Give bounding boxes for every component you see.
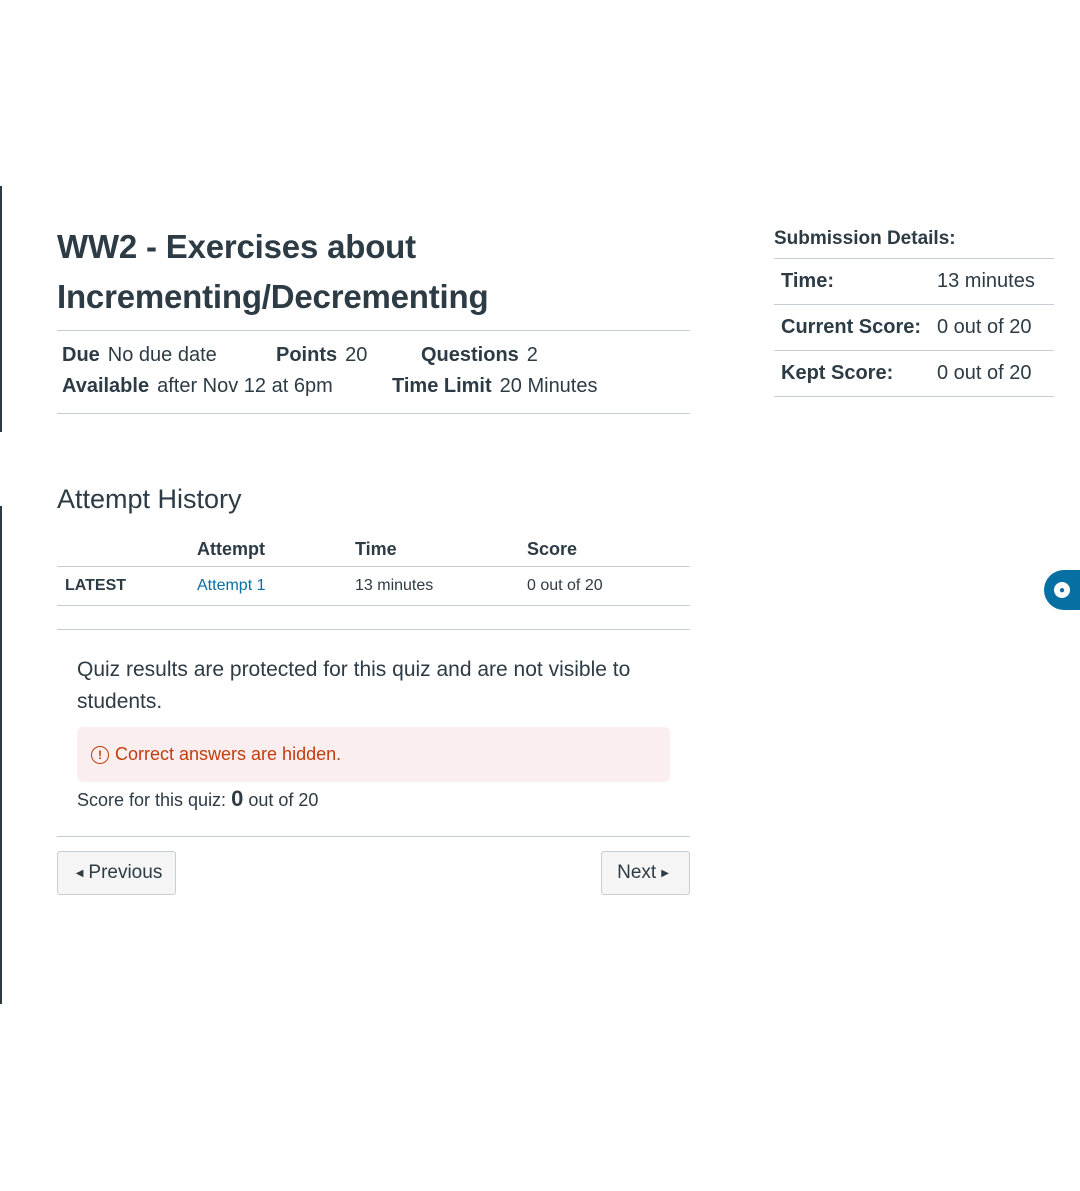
due-label: Due [62, 344, 100, 366]
chat-icon: ● [1054, 582, 1070, 598]
table-row: LATEST Attempt 1 13 minutes 0 out of 20 [57, 566, 690, 606]
questions-value: 2 [526, 344, 538, 366]
detail-label: Kept Score: [774, 350, 937, 397]
divider [57, 413, 690, 414]
help-chat-button[interactable]: ● [1044, 570, 1080, 610]
correct-answers-hidden-alert: ! Correct answers are hidden. [77, 727, 670, 782]
points-label: Points [276, 344, 338, 366]
score-cell: 0 out of 20 [527, 566, 690, 606]
quiz-details: Due No due date Points 20 Questions 2 Avail… [57, 331, 690, 413]
questions-label: Questions [421, 344, 519, 366]
score-suffix: out of 20 [248, 790, 319, 810]
available-detail: Available after Nov 12 at 6pm [62, 375, 333, 398]
table-row: Current Score: 0 out of 20 [774, 304, 1054, 351]
score-value: 0 [231, 786, 244, 811]
left-edge-line [0, 506, 2, 1004]
points-detail: Points 20 [276, 344, 367, 367]
previous-label: Previous [88, 862, 163, 883]
detail-value: 0 out of 20 [937, 304, 1054, 351]
warning-circle-icon: ! [91, 745, 109, 764]
detail-label: Time: [774, 259, 937, 305]
quiz-title: WW2 - Exercises about Incrementing/Decre… [57, 222, 690, 322]
protected-results-message: Quiz results are protected for this quiz… [77, 658, 631, 713]
divider [57, 836, 690, 837]
detail-value: 13 minutes [937, 259, 1054, 305]
table-row: Time: 13 minutes [774, 259, 1054, 305]
table-header-row: Attempt Time Score [57, 532, 690, 567]
quiz-header: WW2 - Exercises about Incrementing/Decre… [57, 222, 690, 414]
next-button[interactable]: Next ▶ [601, 851, 690, 895]
caret-right-icon: ▶ [661, 867, 669, 879]
caret-left-icon: ◀ [75, 867, 84, 879]
time-limit-label: Time Limit [392, 375, 492, 397]
column-header-score: Score [527, 532, 690, 567]
column-header-tag [57, 532, 197, 567]
previous-button[interactable]: ◀ Previous [57, 851, 176, 895]
questions-detail: Questions 2 [421, 344, 538, 367]
points-value: 20 [345, 344, 368, 366]
attempt-link[interactable]: Attempt 1 [197, 577, 265, 594]
submission-details-heading: Submission Details: [774, 228, 1054, 259]
next-label: Next [617, 862, 657, 883]
column-header-time: Time [355, 532, 527, 567]
alert-text: Correct answers are hidden. [115, 744, 342, 764]
top-blank-area [0, 0, 1080, 186]
submission-details: Submission Details: Time: 13 minutes Cur… [774, 228, 1054, 397]
column-header-attempt: Attempt [197, 532, 355, 567]
available-value: after Nov 12 at 6pm [157, 375, 333, 397]
due-detail: Due No due date [62, 344, 217, 367]
attempt-history-table: Attempt Time Score LATEST Attempt 1 13 m… [57, 532, 690, 606]
due-value: No due date [107, 344, 217, 366]
left-edge-line [0, 186, 2, 432]
submission-details-table: Time: 13 minutes Current Score: 0 out of… [774, 259, 1054, 397]
table-row: Kept Score: 0 out of 20 [774, 350, 1054, 397]
quiz-score: Score for this quiz: 0 out of 20 [77, 786, 318, 812]
latest-tag: LATEST [57, 566, 197, 606]
quiz-title-line1: WW2 - Exercises about [57, 228, 416, 265]
time-cell: 13 minutes [355, 566, 527, 606]
time-limit-detail: Time Limit 20 Minutes [392, 375, 598, 398]
attempt-history-heading: Attempt History [57, 484, 242, 514]
detail-value: 0 out of 20 [937, 350, 1054, 397]
divider [57, 629, 690, 630]
time-limit-value: 20 Minutes [499, 375, 598, 397]
available-label: Available [62, 375, 150, 397]
quiz-title-line2: Incrementing/Decrementing [57, 278, 489, 315]
detail-label: Current Score: [774, 304, 937, 351]
attempt-cell: Attempt 1 [197, 566, 355, 606]
score-prefix: Score for this quiz: [77, 790, 227, 810]
